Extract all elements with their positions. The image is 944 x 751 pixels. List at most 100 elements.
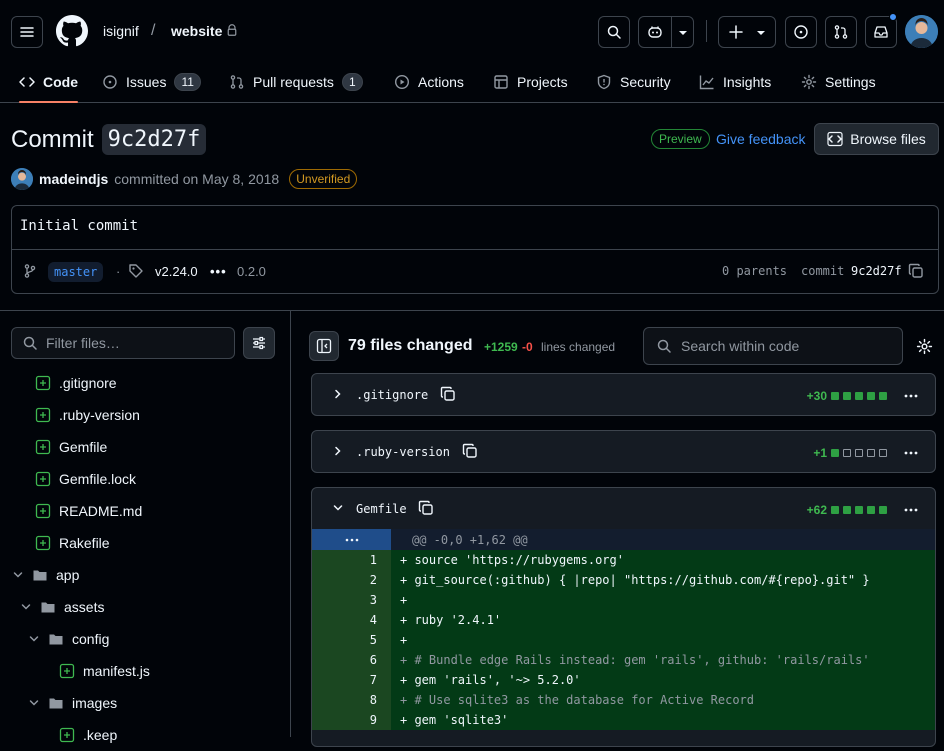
- chevron-right-icon[interactable]: [332, 388, 344, 400]
- tree-file-gitignore[interactable]: .gitignore: [35, 367, 117, 399]
- diffstat-square: [879, 506, 887, 514]
- tree-file-rakefile[interactable]: Rakefile: [35, 527, 110, 559]
- issues-count-badge: 11: [174, 73, 201, 91]
- copilot-button[interactable]: [638, 16, 694, 48]
- more-tags-button[interactable]: •••: [210, 264, 227, 279]
- line-number-gutter[interactable]: 8: [312, 690, 391, 710]
- search-button[interactable]: [598, 16, 630, 48]
- line-number-gutter[interactable]: 5: [312, 630, 391, 650]
- code-line: 9 + gem 'sqlite3': [312, 710, 935, 730]
- copy-icon[interactable]: [908, 263, 924, 279]
- tree-item-label: .keep: [83, 727, 118, 743]
- kebab-horizontal-icon[interactable]: [903, 388, 919, 404]
- chevron-down-icon[interactable]: [332, 502, 344, 514]
- hamburger-menu-button[interactable]: [11, 16, 43, 48]
- parents-count: 0 parents: [722, 264, 788, 278]
- line-number: 9: [369, 713, 377, 727]
- gear-icon[interactable]: [916, 338, 933, 355]
- tab-insights[interactable]: Insights: [699, 62, 771, 102]
- tree-folder-images[interactable]: images: [28, 687, 117, 719]
- line-code: + # Use sqlite3 as the database for Acti…: [400, 693, 755, 707]
- tab-security[interactable]: Security: [596, 62, 671, 102]
- tree-file-gemfile[interactable]: Gemfile: [35, 431, 107, 463]
- line-number-gutter[interactable]: 4: [312, 610, 391, 630]
- create-new-button[interactable]: [718, 16, 776, 48]
- tree-folder-app[interactable]: app: [12, 559, 79, 591]
- tree-folder-config[interactable]: config: [28, 623, 109, 655]
- author-avatar[interactable]: [11, 168, 33, 190]
- tag-link[interactable]: v2.24.0: [155, 264, 198, 279]
- repo-name-link[interactable]: website: [171, 23, 222, 39]
- line-number-gutter[interactable]: 3: [312, 590, 391, 610]
- diffstat-square: [855, 392, 863, 400]
- author-link[interactable]: madeindjs: [39, 171, 108, 187]
- tab-pull-requests[interactable]: Pull requests 1: [229, 62, 363, 102]
- code-line: 1 + source 'https://rubygems.org': [312, 550, 935, 570]
- triangle-down-icon[interactable]: [678, 30, 688, 36]
- tab-code[interactable]: Code: [19, 62, 78, 103]
- tree-file-manifest-js[interactable]: manifest.js: [59, 655, 150, 687]
- user-avatar[interactable]: [905, 15, 938, 48]
- tree-file-readme[interactable]: README.md: [35, 495, 142, 527]
- browse-files-label: Browse files: [850, 131, 926, 147]
- diff-file-gitignore: .gitignore +30: [311, 373, 936, 416]
- diff-file-additions: +30: [806, 389, 827, 403]
- toggle-file-tree-button[interactable]: [309, 331, 339, 361]
- filter-files-input[interactable]: Filter files…: [11, 327, 235, 359]
- tree-item-label: config: [72, 631, 110, 647]
- tree-file-ruby-version[interactable]: .ruby-version: [35, 399, 140, 431]
- tree-file-keep[interactable]: .keep: [59, 719, 117, 751]
- line-number-gutter[interactable]: 7: [312, 670, 391, 690]
- diff-file-header[interactable]: .ruby-version +1: [312, 431, 935, 472]
- pull-requests-count-badge: 1: [341, 73, 363, 91]
- tab-settings[interactable]: Settings: [801, 62, 876, 102]
- tag-icon: [128, 263, 144, 279]
- copy-icon[interactable]: [440, 386, 456, 402]
- tree-item-label: app: [56, 567, 80, 583]
- tree-file-gemfile-lock[interactable]: Gemfile.lock: [35, 463, 136, 495]
- kebab-horizontal-icon[interactable]: [903, 502, 919, 518]
- line-number-gutter[interactable]: 9: [312, 710, 391, 730]
- diff-file-header[interactable]: .gitignore +30: [312, 374, 935, 415]
- tab-issues[interactable]: Issues 11: [102, 62, 201, 102]
- diff-file-name[interactable]: .ruby-version: [356, 445, 450, 459]
- chevron-right-icon[interactable]: [332, 445, 344, 457]
- branch-label[interactable]: master: [48, 262, 104, 282]
- tree-folder-assets[interactable]: assets: [20, 591, 104, 623]
- browse-files-button[interactable]: Browse files: [814, 123, 939, 155]
- verification-badge[interactable]: Unverified: [289, 169, 358, 189]
- diffstat-square: [843, 506, 851, 514]
- repo-nav: Code Issues 11 Pull requests 1 Actions P…: [0, 62, 944, 103]
- kebab-horizontal-icon[interactable]: [903, 445, 919, 461]
- folder-open-icon: [33, 570, 47, 581]
- line-number: 1: [369, 553, 377, 567]
- file-tree-settings-button[interactable]: [243, 327, 275, 359]
- search-within-code-input[interactable]: Search within code: [643, 327, 903, 365]
- expand-hunk-button[interactable]: [312, 529, 391, 550]
- copy-icon[interactable]: [462, 443, 478, 459]
- repo-owner-link[interactable]: isignif: [103, 23, 139, 39]
- line-number-gutter[interactable]: 6: [312, 650, 391, 670]
- line-code: + git_source(:github) { |repo| "https://…: [400, 573, 870, 587]
- give-feedback-link[interactable]: Give feedback: [716, 131, 806, 147]
- files-changed-count: 79 files changed: [348, 337, 473, 354]
- search-icon: [23, 336, 37, 350]
- file-code-icon: [827, 131, 843, 147]
- issues-button[interactable]: [785, 16, 817, 48]
- diffstat-square: [867, 449, 875, 457]
- extra-tag: 0.2.0: [237, 264, 266, 279]
- tab-projects[interactable]: Projects: [493, 62, 568, 102]
- diffstat-square: [831, 392, 839, 400]
- tree-item-label: .ruby-version: [59, 407, 140, 423]
- line-number-gutter[interactable]: 2: [312, 570, 391, 590]
- tab-actions[interactable]: Actions: [394, 62, 464, 102]
- code-line: 6 + # Bundle edge Rails instead: gem 'ra…: [312, 650, 935, 670]
- diff-file-header[interactable]: Gemfile +62: [312, 488, 935, 529]
- line-number-gutter[interactable]: 1: [312, 550, 391, 570]
- diff-file-name[interactable]: .gitignore: [356, 388, 428, 402]
- diff-file-name[interactable]: Gemfile: [356, 502, 407, 516]
- github-logo[interactable]: [56, 15, 88, 47]
- copy-icon[interactable]: [418, 500, 434, 516]
- pull-requests-button[interactable]: [825, 16, 857, 48]
- divider: [12, 249, 938, 250]
